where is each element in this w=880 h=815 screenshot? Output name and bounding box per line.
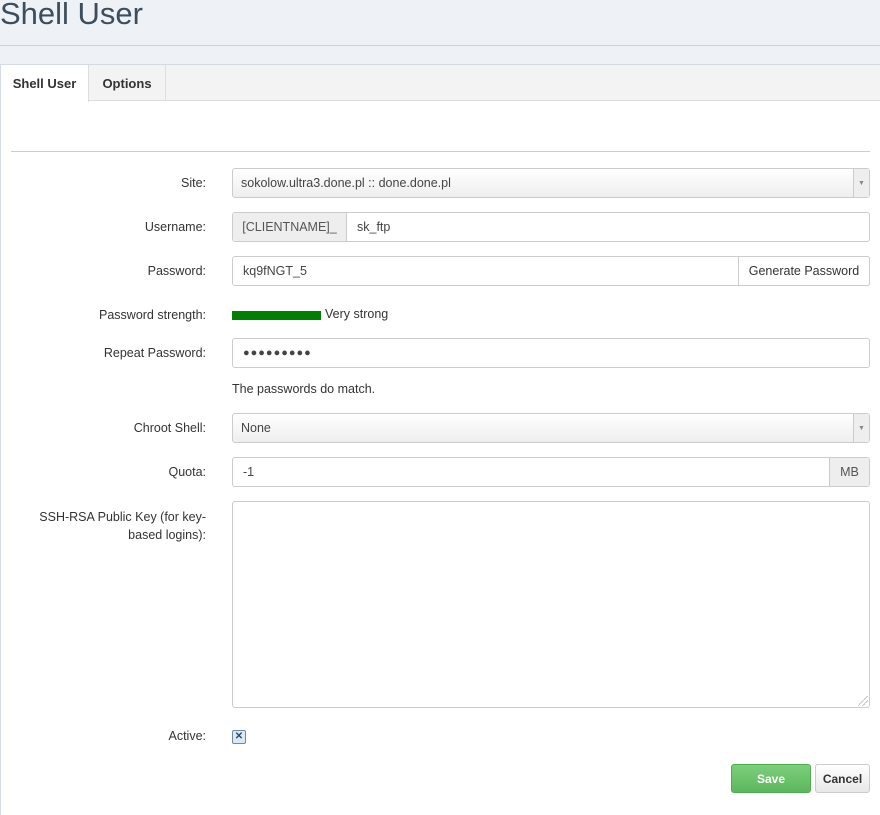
ssh-key-label-line1: SSH-RSA Public Key (for key- xyxy=(39,510,206,524)
generate-password-button[interactable]: Generate Password xyxy=(738,256,870,286)
repeat-password-input[interactable]: ●●●●●●●●● xyxy=(233,339,869,367)
username-group: [CLIENTNAME]_ sk_ftp xyxy=(232,212,870,242)
chroot-shell-label: Chroot Shell: xyxy=(133,421,206,435)
password-strength-bar xyxy=(232,311,321,320)
chroot-shell-select[interactable]: None ▼ xyxy=(232,413,870,443)
quota-input[interactable]: -1 xyxy=(233,458,829,486)
chevron-down-icon[interactable]: ▼ xyxy=(853,414,869,442)
save-button[interactable]: Save xyxy=(731,764,811,793)
username-input[interactable]: sk_ftp xyxy=(347,213,869,241)
username-label: Username: xyxy=(144,220,206,234)
active-checkbox[interactable]: ✕ xyxy=(232,730,246,744)
password-label: Password: xyxy=(147,264,206,278)
ssh-key-label: SSH-RSA Public Key (for key- based login… xyxy=(39,508,206,544)
password-match-message: The passwords do match. xyxy=(232,382,376,396)
tab-bar: Shell User Options xyxy=(1,65,880,102)
repeat-password-group: ●●●●●●●●● xyxy=(232,338,870,368)
ssh-key-textarea[interactable] xyxy=(232,501,870,708)
chroot-shell-value: None xyxy=(241,421,271,435)
tab-shell-user[interactable]: Shell User xyxy=(1,65,89,102)
repeat-password-label: Repeat Password: xyxy=(103,346,206,360)
site-select-value: sokolow.ultra3.done.pl :: done.done.pl xyxy=(241,176,451,190)
quota-group: -1 MB xyxy=(232,457,870,487)
ssh-key-label-line2: based logins): xyxy=(128,528,206,542)
username-prefix: [CLIENTNAME]_ xyxy=(233,213,347,241)
password-input[interactable]: kq9fNGT_5 xyxy=(233,257,737,285)
password-strength-label: Password strength: xyxy=(99,308,206,322)
page-title: Shell User xyxy=(0,0,143,31)
tab-options[interactable]: Options xyxy=(89,65,166,101)
title-divider xyxy=(0,45,880,46)
password-group: kq9fNGT_5 Generate Password xyxy=(232,256,870,286)
site-label: Site: xyxy=(180,176,206,190)
quota-unit: MB xyxy=(829,458,869,486)
site-select[interactable]: sokolow.ultra3.done.pl :: done.done.pl ▼ xyxy=(232,168,870,198)
quota-label: Quota: xyxy=(168,465,206,479)
section-divider xyxy=(11,151,870,152)
active-label: Active: xyxy=(168,729,206,743)
chevron-down-icon[interactable]: ▼ xyxy=(853,169,869,197)
cancel-button[interactable]: Cancel xyxy=(815,764,870,793)
password-strength-text: Very strong xyxy=(325,307,389,321)
resize-grip-icon[interactable] xyxy=(858,696,868,706)
